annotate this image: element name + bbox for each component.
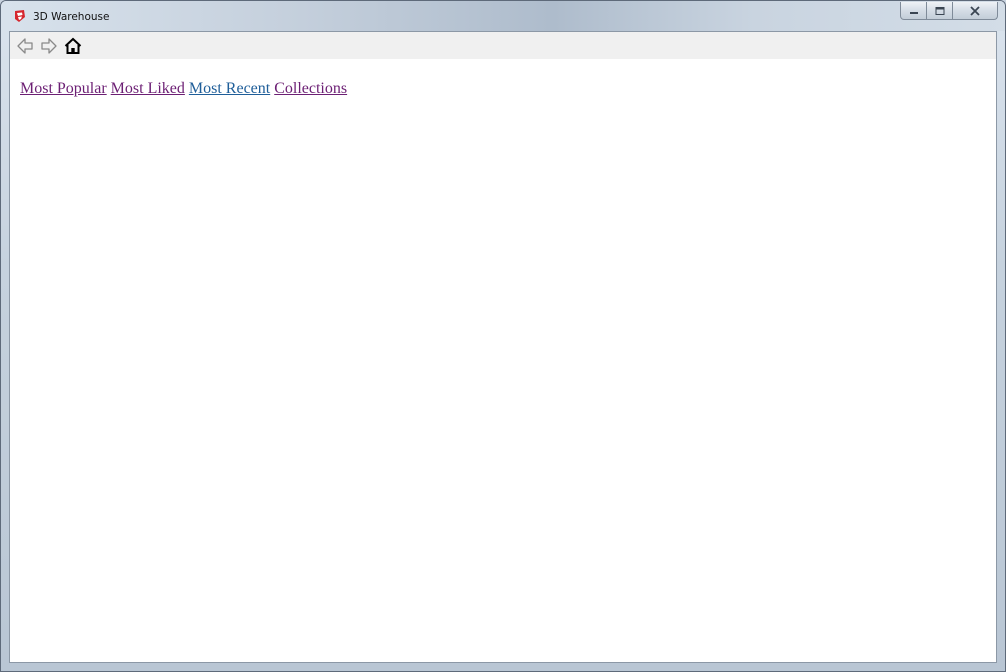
link-collections[interactable]: Collections	[274, 80, 347, 97]
category-links: Most Popular Most Liked Most Recent Coll…	[20, 80, 347, 98]
title-bar[interactable]: 3D Warehouse	[1, 1, 1005, 31]
close-button[interactable]	[953, 2, 998, 20]
arrow-right-icon[interactable]	[40, 37, 58, 55]
maximize-icon	[935, 6, 944, 15]
window-title: 3D Warehouse	[33, 11, 110, 23]
minimize-icon	[909, 11, 918, 14]
link-most-recent[interactable]: Most Recent	[189, 80, 270, 97]
caption-buttons	[900, 2, 998, 20]
link-most-liked[interactable]: Most Liked	[111, 80, 185, 97]
home-icon[interactable]	[64, 37, 82, 55]
link-most-popular[interactable]: Most Popular	[20, 80, 107, 97]
app-window: 3D Warehouse Most Popular Most Liked Mos…	[0, 0, 1006, 672]
minimize-button[interactable]	[900, 2, 927, 20]
browser-pane: Most Popular Most Liked Most Recent Coll…	[9, 31, 997, 663]
close-icon	[970, 5, 980, 16]
sketchup-icon	[15, 10, 25, 22]
arrow-left-icon[interactable]	[16, 37, 34, 55]
maximize-button[interactable]	[927, 2, 953, 20]
navigation-toolbar	[10, 32, 996, 59]
